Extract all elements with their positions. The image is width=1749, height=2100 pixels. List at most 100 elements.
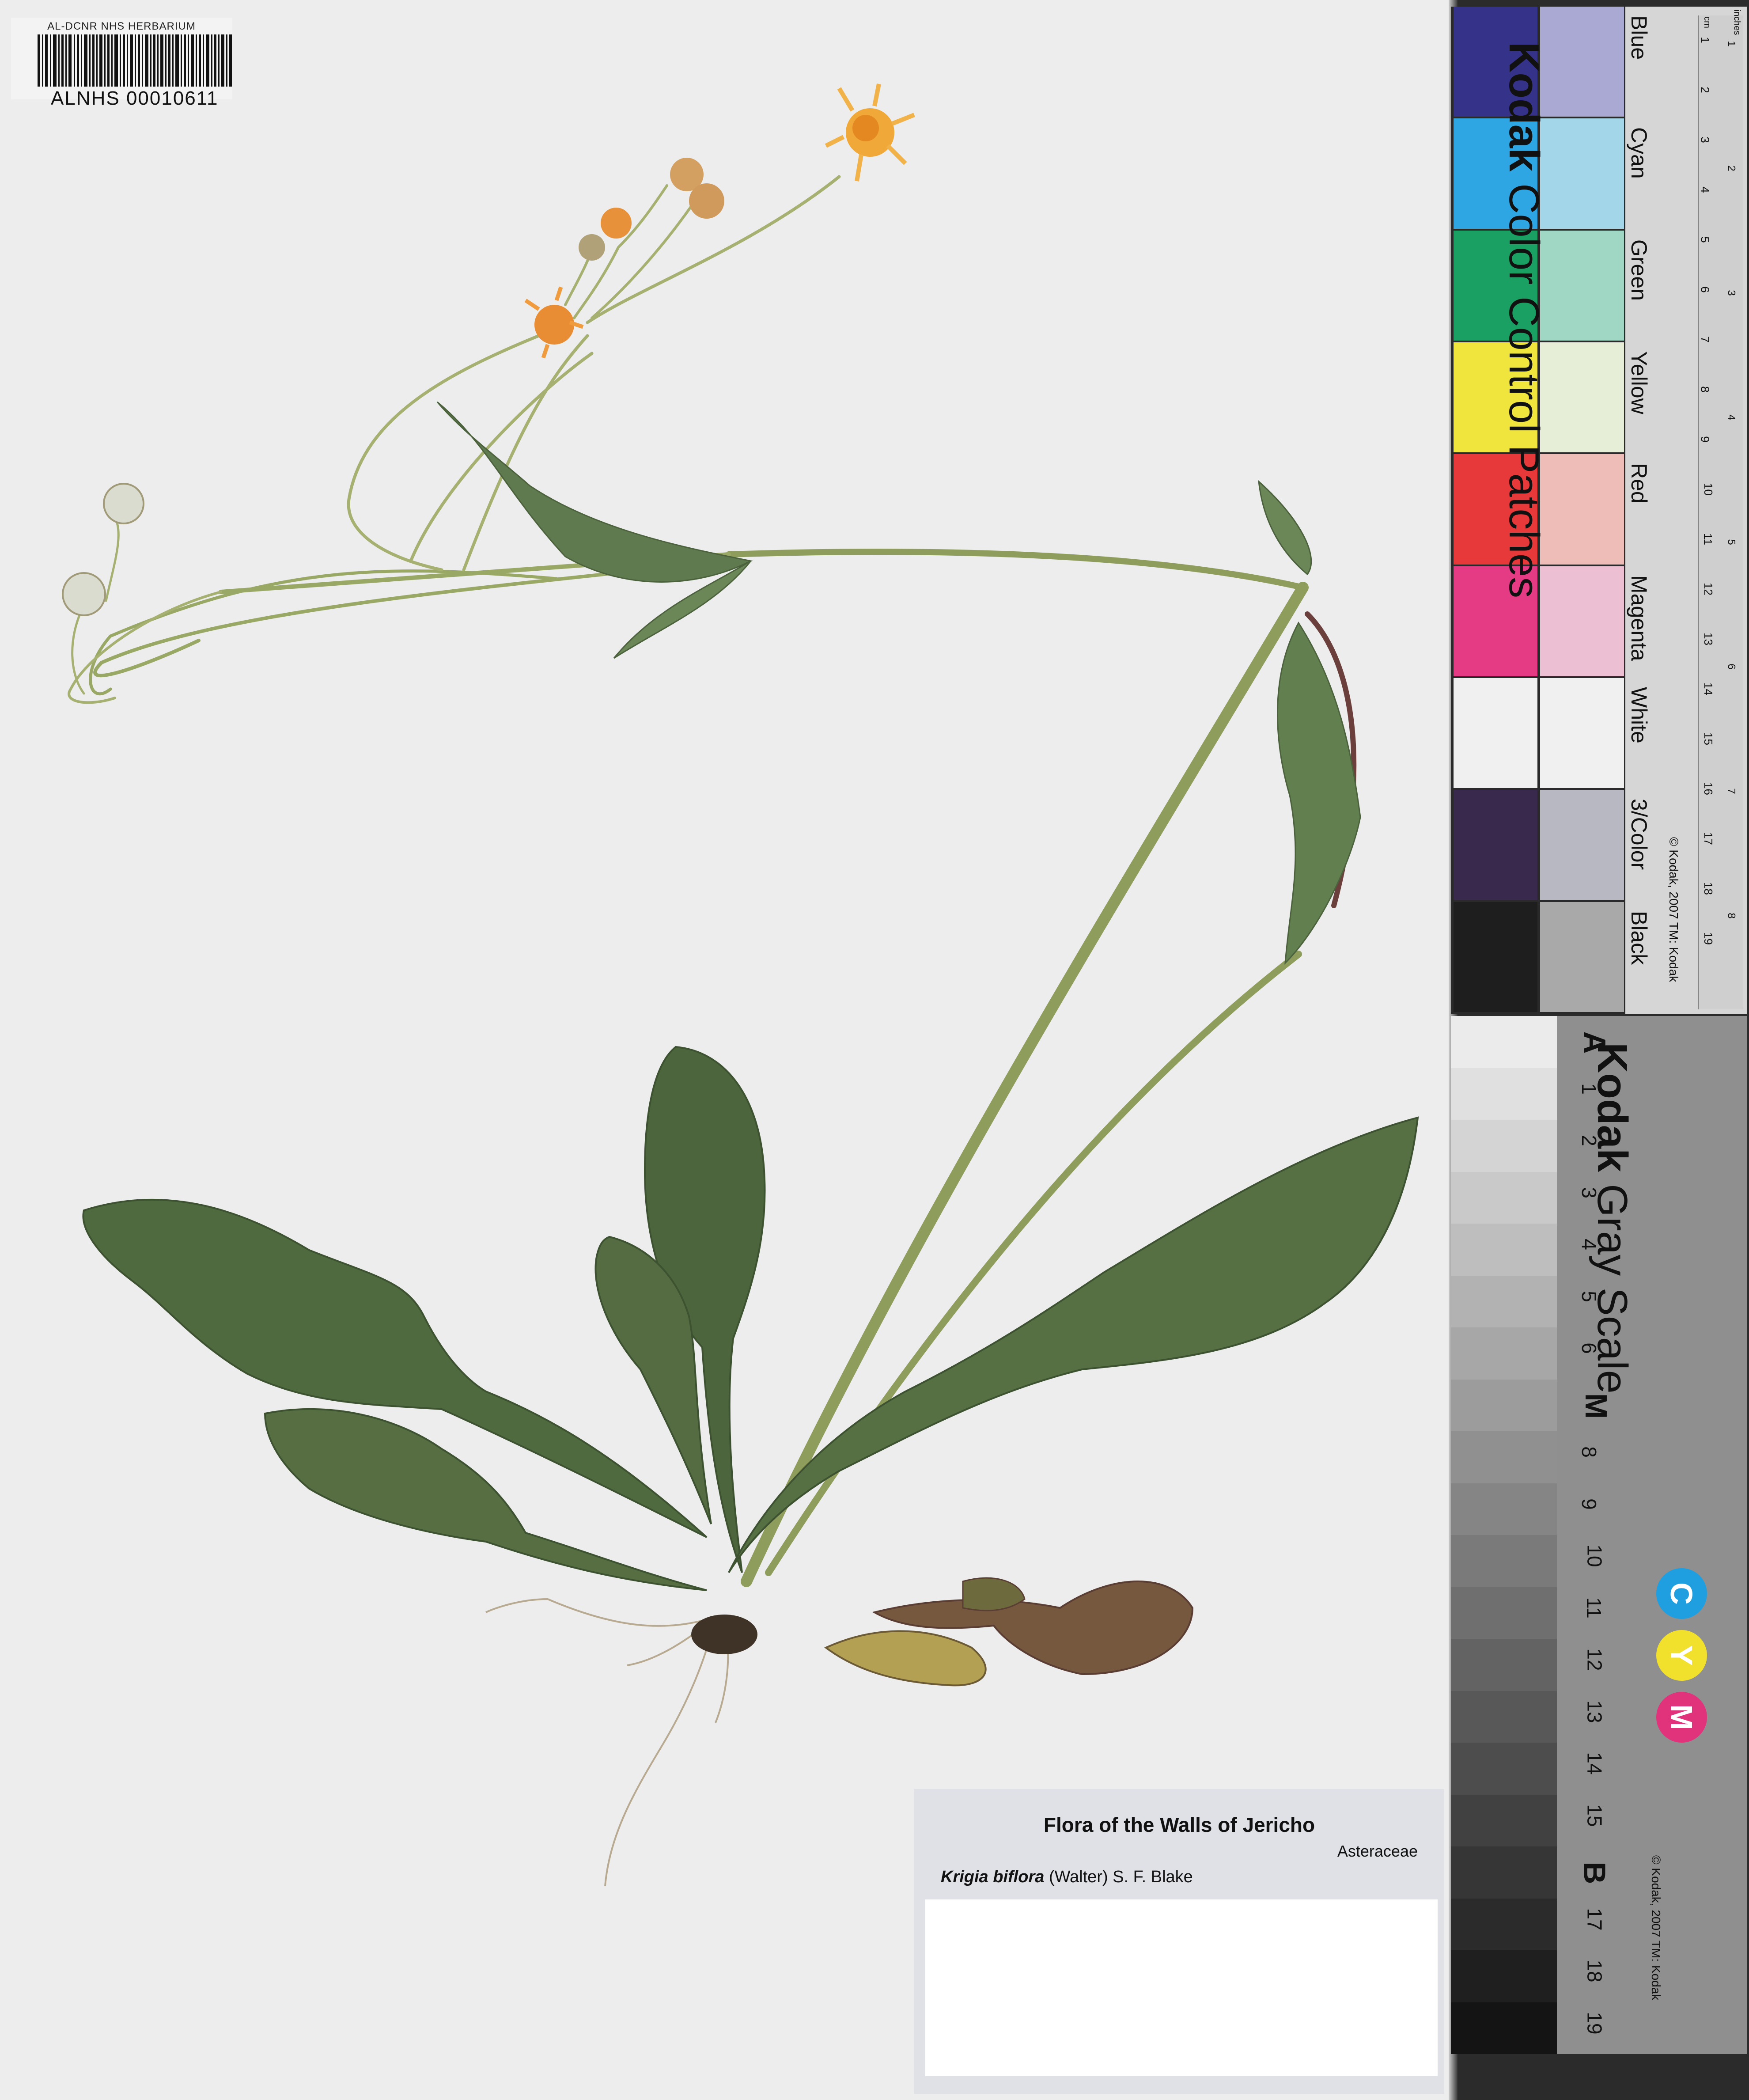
gray-step xyxy=(1451,1068,1557,1120)
gray-step xyxy=(1451,1743,1557,1795)
patch-label: White xyxy=(1627,687,1651,743)
ruler-cm-tick: 15 xyxy=(1701,732,1715,745)
gray-step xyxy=(1451,1950,1557,2002)
cym-circle-c: C xyxy=(1656,1568,1707,1619)
peduncle xyxy=(71,604,85,695)
gray-step xyxy=(1451,1171,1557,1224)
color-card-title: Kodak Color Control Patches xyxy=(1499,42,1548,598)
color-card-brand: Kodak xyxy=(1500,42,1548,172)
ruler-inch-tick: 8 xyxy=(1725,913,1738,919)
roots xyxy=(604,1616,716,1887)
ruler-cm-tick: 3 xyxy=(1698,136,1712,143)
ruler-cm-tick: 9 xyxy=(1698,436,1712,443)
patch-label: Blue xyxy=(1627,15,1651,60)
gray-step-label: 6 xyxy=(1577,1342,1601,1354)
gray-step-label: 18 xyxy=(1583,1960,1606,1982)
ruler-inch-tick: 5 xyxy=(1725,539,1738,545)
gray-step-label: 13 xyxy=(1583,1700,1606,1723)
gray-card-heading: Gray Scale xyxy=(1589,1184,1636,1394)
gray-step xyxy=(1451,1120,1557,1172)
ruler-inch-tick: 1 xyxy=(1725,41,1738,47)
label-family: Asteraceae xyxy=(1337,1842,1418,1860)
flower-head xyxy=(524,286,584,359)
gray-step xyxy=(1451,1275,1557,1327)
ruler-cm-tick: 16 xyxy=(1701,782,1715,795)
color-patch-light xyxy=(1540,342,1624,453)
gray-step xyxy=(1451,1794,1557,1846)
ruler-cm-tick: 14 xyxy=(1701,682,1715,695)
ruler-cm-tick: 11 xyxy=(1701,533,1715,545)
flower-head xyxy=(579,208,632,261)
ruler-unit: inches xyxy=(1732,9,1742,35)
gray-step-label: 11 xyxy=(1582,1597,1605,1619)
patch-label: Green xyxy=(1627,239,1651,301)
ruler-unit: cm xyxy=(1702,16,1712,28)
ruler: 1 2 3 4 5 6 7 8 9 10 11 12 13 14 15 16 17 18 19 1 2 3 4 5 6 7 8 cm i… xyxy=(1698,10,1743,1009)
ruler-inch-tick: 7 xyxy=(1725,788,1738,794)
gray-step-label: M xyxy=(1579,1393,1614,1419)
flower-head xyxy=(670,158,724,219)
flower-head xyxy=(62,483,144,616)
ruler-cm-tick: 12 xyxy=(1701,583,1715,595)
gray-card-brand: Kodak xyxy=(1589,1042,1636,1172)
gray-step xyxy=(1451,1431,1557,1483)
color-patch-black xyxy=(1454,902,1537,1012)
gray-step-label: A xyxy=(1577,1031,1612,1054)
gray-step xyxy=(1451,1587,1557,1639)
ruler-cm-tick: 6 xyxy=(1698,286,1712,293)
color-patch-light xyxy=(1540,230,1624,341)
gray-step xyxy=(1451,1327,1557,1380)
collection-label: Flora of the Walls of Jericho Asteraceae… xyxy=(914,1789,1444,2094)
gray-step-label: 5 xyxy=(1577,1290,1601,1302)
plant-specimen xyxy=(62,83,1419,1887)
gray-step-label: 15 xyxy=(1583,1804,1606,1827)
cym-circle-m: M xyxy=(1656,1692,1707,1743)
species-name: Krigia biflora xyxy=(941,1868,1045,1886)
ruler-cm-tick: 17 xyxy=(1701,832,1715,845)
gray-step xyxy=(1451,1535,1557,1587)
ruler-cm-tick: 18 xyxy=(1701,882,1715,895)
gray-card-copyright: © Kodak, 2007 TM: Kodak xyxy=(1649,1855,1663,2001)
patch-label: 3/Color xyxy=(1627,799,1651,870)
ruler-cm-tick: 13 xyxy=(1701,633,1715,645)
kodak-color-card: Kodak Color Control Patches © Kodak, 200… xyxy=(1451,7,1747,1014)
gray-step xyxy=(1451,2002,1557,2054)
basal-leaf xyxy=(824,1630,987,1687)
cym-circle-y: Y xyxy=(1656,1630,1707,1681)
patch-label: Red xyxy=(1627,463,1651,504)
peduncle xyxy=(347,334,541,572)
root-crown xyxy=(691,1615,757,1654)
ruler-cm-tick: 8 xyxy=(1698,386,1712,393)
gray-step-label: 19 xyxy=(1583,2011,1606,2035)
color-patch-light xyxy=(1540,566,1624,676)
gray-step xyxy=(1451,1224,1557,1276)
gray-card-title: Kodak Gray Scale xyxy=(1588,1042,1636,1394)
color-patch-3color xyxy=(1454,790,1537,900)
stem-leaf xyxy=(1258,480,1312,576)
ruler-cm-tick: 7 xyxy=(1698,336,1712,343)
gray-step-label: 2 xyxy=(1577,1135,1601,1146)
color-patch-light xyxy=(1540,118,1624,229)
gray-step xyxy=(1451,1016,1557,1068)
color-patch-light xyxy=(1540,790,1624,900)
gray-step xyxy=(1451,1483,1557,1535)
flower-head xyxy=(825,83,915,182)
color-card-copyright: © Kodak, 2007 TM: Kodak xyxy=(1667,837,1681,982)
ruler-cm-tick: 19 xyxy=(1701,932,1715,945)
gray-step-label: 4 xyxy=(1577,1239,1601,1250)
peduncle xyxy=(105,516,120,602)
color-card-heading: Color Control Patches xyxy=(1500,183,1548,599)
patch-label: Magenta xyxy=(1627,575,1651,661)
gray-step-label: 9 xyxy=(1577,1498,1601,1510)
color-patch-light xyxy=(1540,678,1624,788)
gray-step-label: 1 xyxy=(1577,1083,1601,1095)
gray-step xyxy=(1451,1846,1557,1899)
gray-step-label: 8 xyxy=(1577,1446,1601,1458)
species-authority: (Walter) S. F. Blake xyxy=(1049,1868,1193,1886)
gray-step-label: 17 xyxy=(1583,1907,1606,1931)
color-patch-light xyxy=(1540,902,1624,1012)
ruler-cm-tick: 2 xyxy=(1698,87,1712,93)
ruler-inch-tick: 4 xyxy=(1725,414,1738,421)
gray-step-label: 12 xyxy=(1583,1648,1606,1671)
gray-step xyxy=(1451,1639,1557,1691)
